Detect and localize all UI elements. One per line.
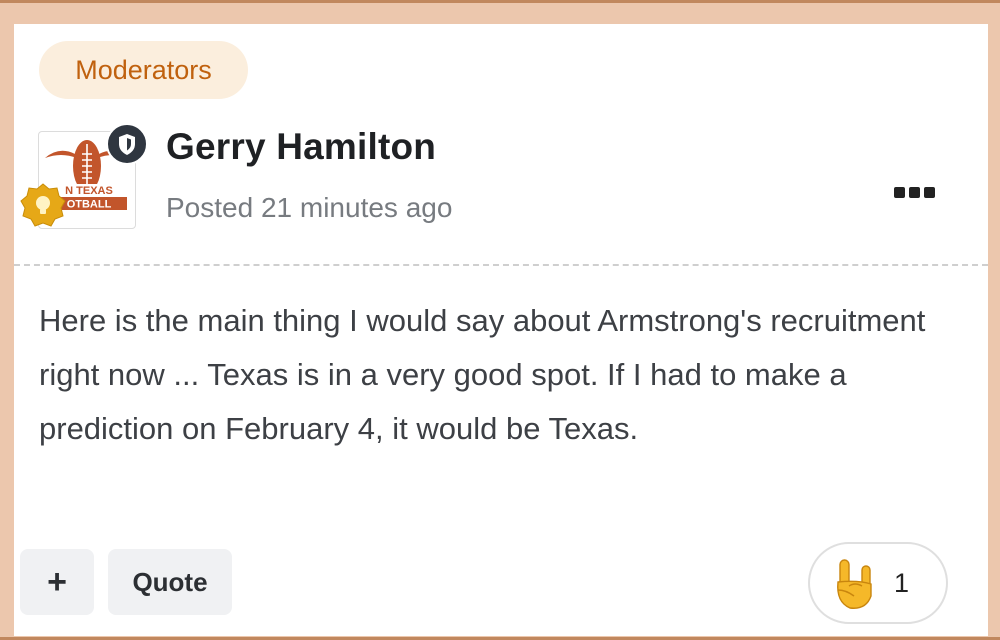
- more-options-icon[interactable]: [890, 180, 940, 204]
- divider: [14, 264, 988, 266]
- reaction-button[interactable]: 1: [808, 542, 948, 624]
- post-timestamp[interactable]: Posted 21 minutes ago: [166, 192, 452, 224]
- group-badge: Moderators: [39, 41, 248, 99]
- lightbulb-icon: [18, 181, 68, 231]
- post-body: Here is the main thing I would say about…: [39, 303, 926, 446]
- author-name[interactable]: Gerry Hamilton: [166, 126, 436, 168]
- author-avatar-block[interactable]: N TEXAS OTBALL: [20, 123, 148, 231]
- avatar-text-top: N TEXAS: [65, 185, 113, 197]
- rock-on-hand-icon: [828, 556, 880, 612]
- quote-button[interactable]: Quote: [108, 549, 232, 615]
- add-button[interactable]: +: [20, 549, 94, 615]
- avatar-text-bottom: OTBALL: [67, 199, 112, 211]
- shield-icon: [106, 123, 148, 165]
- reaction-count: 1: [894, 568, 910, 598]
- post-card: Moderators N TEXAS OTBALL Gerry Hamilton…: [14, 24, 988, 636]
